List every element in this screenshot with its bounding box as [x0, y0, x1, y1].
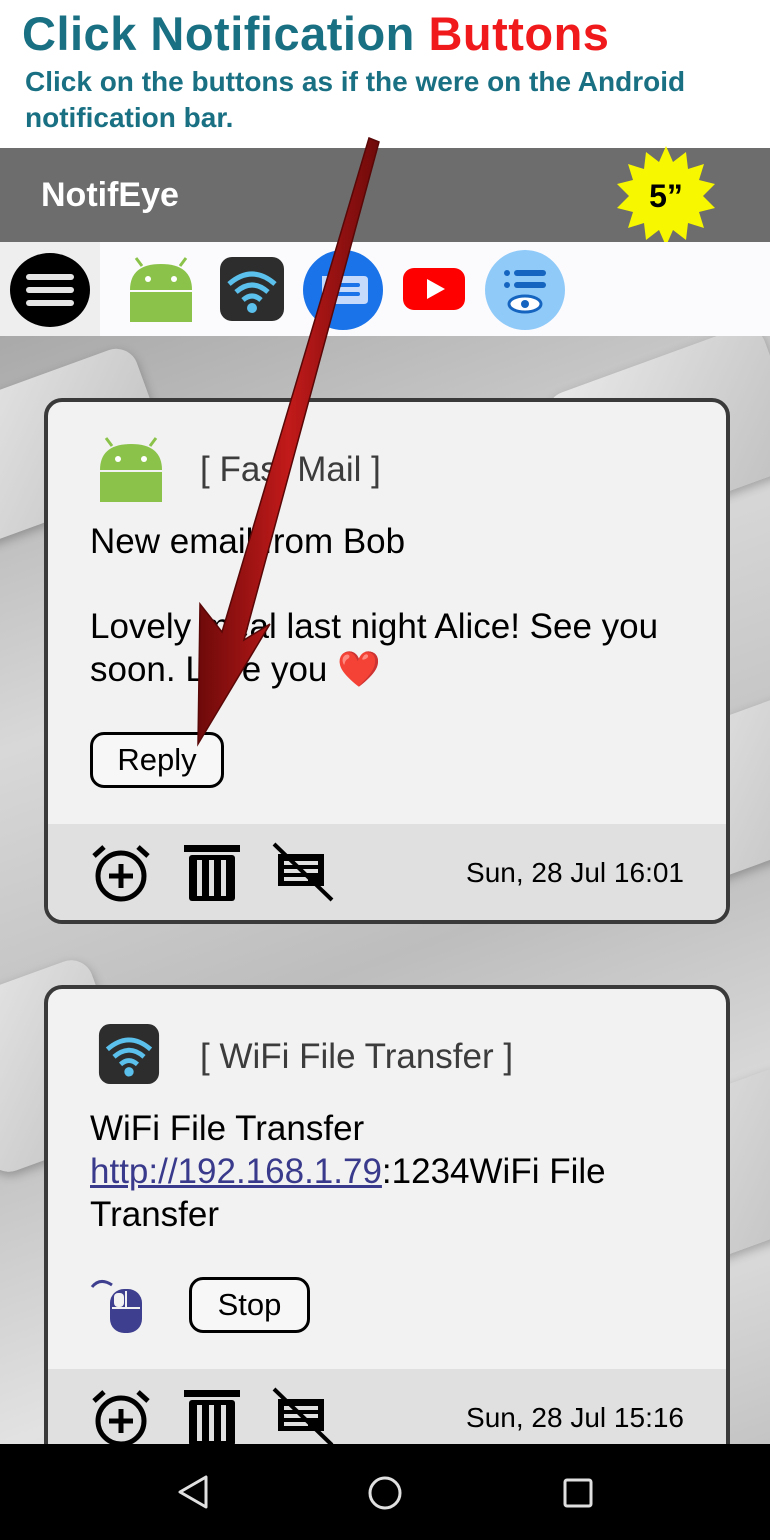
messages-icon[interactable] — [302, 250, 384, 330]
wifi-icon[interactable] — [219, 256, 285, 322]
reply-button[interactable]: Reply — [90, 732, 224, 788]
notification-timestamp: Sun, 28 Jul 16:01 — [466, 857, 684, 888]
recents-icon[interactable] — [562, 1477, 594, 1509]
android-icon — [100, 437, 162, 502]
menu-button[interactable] — [0, 242, 100, 336]
notification-message: Lovely meal last night Alice! See you so… — [90, 605, 710, 691]
screen-size-badge: 5” — [614, 144, 718, 248]
snooze-alarm-icon[interactable] — [90, 1389, 152, 1447]
youtube-icon[interactable] — [403, 268, 465, 310]
notification-card[interactable]: [ WiFi File Transfer ] WiFi File Transfe… — [44, 985, 730, 1513]
notifeye-icon[interactable] — [484, 250, 566, 330]
hide-notification-icon[interactable] — [272, 1387, 334, 1447]
promo-title-part2: Buttons — [428, 7, 610, 60]
notification-timestamp: Sun, 28 Jul 15:16 — [466, 1402, 684, 1433]
promo-subtitle: Click on the buttons as if the were on t… — [25, 66, 686, 133]
trash-icon[interactable] — [182, 1387, 242, 1447]
hide-notification-icon[interactable] — [272, 842, 334, 902]
notification-title: WiFi File Transfer — [90, 1109, 365, 1148]
notification-message: http://192.168.1.79:1234WiFi File Transf… — [90, 1150, 710, 1236]
promo-header: Click Notification Buttons Click on the … — [0, 0, 770, 148]
notification-card[interactable]: [ Fast Mail ] New email from Bob Lovely … — [44, 398, 730, 924]
mouse-icon — [90, 1280, 142, 1333]
app-title: NotifEye — [41, 176, 179, 214]
notification-app-name: [ Fast Mail ] — [200, 450, 381, 489]
android-nav-bar — [0, 1444, 770, 1540]
home-icon[interactable] — [367, 1475, 403, 1511]
promo-title-part1: Click Notification — [22, 7, 429, 60]
badge-label: 5” — [649, 178, 683, 214]
heart-emoji: ❤️ — [337, 650, 381, 689]
notification-link[interactable]: http://192.168.1.79 — [90, 1152, 382, 1191]
filter-bar — [0, 242, 770, 336]
stop-button[interactable]: Stop — [189, 1277, 310, 1333]
notification-title: New email from Bob — [90, 522, 406, 561]
notification-footer: Sun, 28 Jul 16:01 — [48, 824, 726, 920]
back-icon[interactable] — [176, 1474, 210, 1510]
wifi-icon — [98, 1023, 160, 1085]
notification-app-name: [ WiFi File Transfer ] — [200, 1037, 514, 1076]
menu-icon — [10, 253, 90, 327]
trash-icon[interactable] — [182, 842, 242, 902]
promo-title: Click Notification Buttons — [22, 6, 609, 61]
android-icon[interactable] — [126, 256, 196, 322]
snooze-alarm-icon[interactable] — [90, 844, 152, 902]
